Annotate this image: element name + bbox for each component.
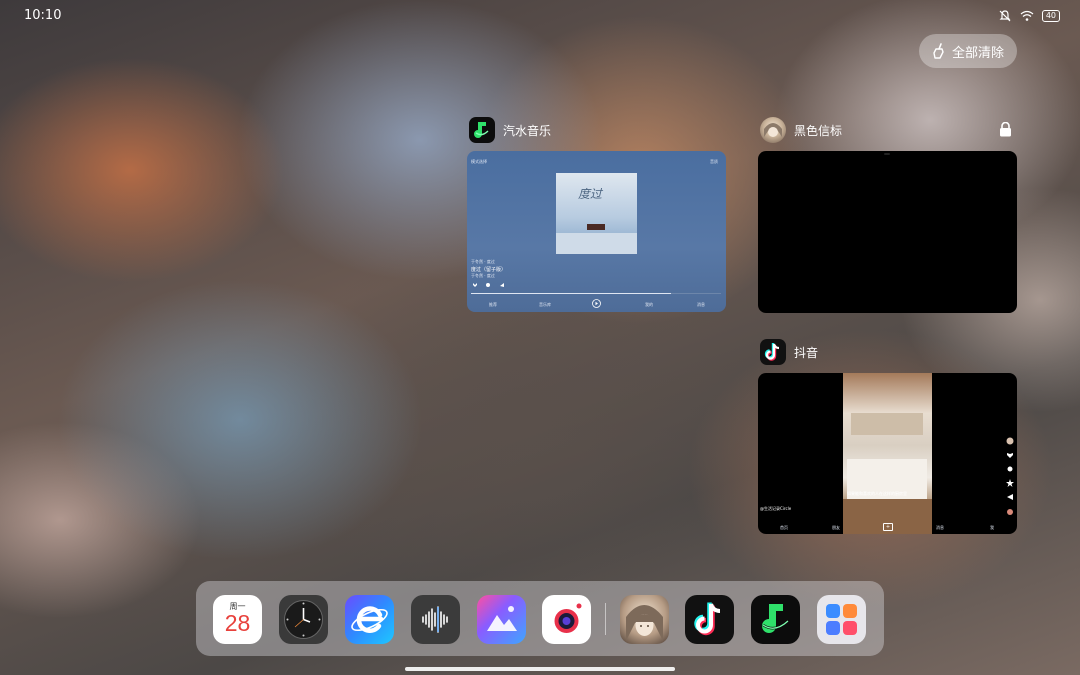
anime-avatar-icon [626, 605, 663, 641]
status-bar: 10:10 40 [0, 0, 1080, 32]
kitchen-shelves [851, 413, 923, 435]
douyin-tab: 首页 [780, 525, 788, 530]
anime-avatar-icon [760, 117, 786, 143]
recent-card-header-black-beacon[interactable]: 黑色信标 [760, 117, 842, 143]
album-cover: 度过 [556, 173, 637, 254]
music-tab: 音乐库 [539, 302, 551, 307]
more-apps-folder[interactable] [817, 595, 866, 644]
clear-all-label: 全部清除 [951, 45, 1004, 61]
song-title: 度过（留子版） [471, 267, 507, 273]
music-action-icons [473, 283, 504, 287]
wifi-icon [1020, 10, 1034, 21]
clock-app[interactable] [279, 595, 328, 644]
music-tab: 消息 [697, 302, 705, 307]
music-tab: 我的 [645, 302, 653, 307]
album-cover-title: 度过 [578, 187, 603, 201]
music-tab: 推荐 [489, 302, 497, 307]
camera-app[interactable] [542, 595, 591, 644]
qishui-music-icon [762, 604, 789, 633]
douyin-side-actions [1006, 437, 1014, 517]
waveform-icon [422, 606, 448, 633]
douyin-tab: 朋友 [832, 525, 840, 530]
battery-icon: 40 [1041, 10, 1060, 22]
video-frame: 如果能和喜欢的人在这样的厨房里 [843, 373, 932, 534]
play-icon [592, 299, 601, 308]
music-progress-remaining [671, 293, 721, 294]
broom-icon [933, 43, 944, 59]
recent-card-title: 汽水音乐 [503, 123, 552, 138]
recent-card-title: 抖音 [794, 345, 819, 360]
douyin-tab: 我 [990, 525, 994, 530]
browser-icon [351, 606, 388, 634]
snow-ground [556, 233, 637, 254]
qishui-music-icon [469, 117, 495, 143]
clear-all-button[interactable]: 全部清除 [919, 34, 1017, 68]
gallery-icon [487, 606, 517, 631]
app-folder-icon [826, 604, 857, 635]
dock-divider [605, 603, 606, 635]
calendar-app[interactable]: 周一 28 [213, 595, 262, 644]
music-progress-bar[interactable] [471, 293, 671, 294]
douyin-icon [694, 602, 721, 636]
music-mode-label: 模式选择 [471, 159, 487, 164]
music-subtitle: 于冬然 · 度过 [471, 259, 495, 264]
video-caption: 如果能和喜欢的人在这样的厨房里 [847, 491, 907, 496]
mute-bell-icon [999, 10, 1011, 22]
dock: 周一 28 [196, 581, 884, 656]
lock-icon[interactable] [999, 122, 1012, 137]
clock-icon [284, 600, 323, 639]
recent-card-qishui-music[interactable]: 模式选择 音质 度过 于冬然 · 度过 度过（留子版） 于冬然 · 度过 推荐 … [467, 151, 726, 312]
music-quality-label: 音质 [710, 159, 718, 164]
qishui-music-app[interactable] [751, 595, 800, 644]
camera-notch [884, 153, 890, 155]
status-time: 10:10 [24, 8, 62, 23]
gallery-app[interactable] [477, 595, 526, 644]
douyin-tab: 消息 [936, 525, 944, 530]
douyin-tab: + [883, 523, 893, 531]
douyin-tab-bar: 首页 朋友 + 消息 我 [758, 521, 1017, 534]
bench-shape [587, 224, 605, 230]
song-artist: 于冬然 · 度过 [471, 273, 495, 278]
browser-app[interactable] [345, 595, 394, 644]
recent-card-title: 黑色信标 [794, 123, 843, 138]
voice-recorder-app[interactable] [411, 595, 460, 644]
music-tab-bar: 推荐 音乐库 我的 消息 [467, 297, 726, 312]
douyin-icon [760, 339, 786, 365]
recent-card-header-douyin[interactable]: 抖音 [760, 339, 818, 365]
camera-icon [554, 603, 582, 633]
video-author: @生活记录Circle [760, 506, 792, 511]
home-indicator[interactable] [405, 667, 675, 671]
recent-card-black-beacon[interactable] [758, 151, 1017, 313]
black-beacon-app[interactable] [620, 595, 669, 644]
blurred-wallpaper [0, 0, 1080, 675]
status-icons: 40 [998, 9, 1060, 23]
recent-card-header-qishui[interactable]: 汽水音乐 [469, 117, 551, 143]
recent-card-douyin[interactable]: 如果能和喜欢的人在这样的厨房里 @生活记录Circle 首页 朋友 + 消息 我 [758, 373, 1017, 534]
douyin-app[interactable] [685, 595, 734, 644]
calendar-day: 28 [224, 610, 251, 636]
